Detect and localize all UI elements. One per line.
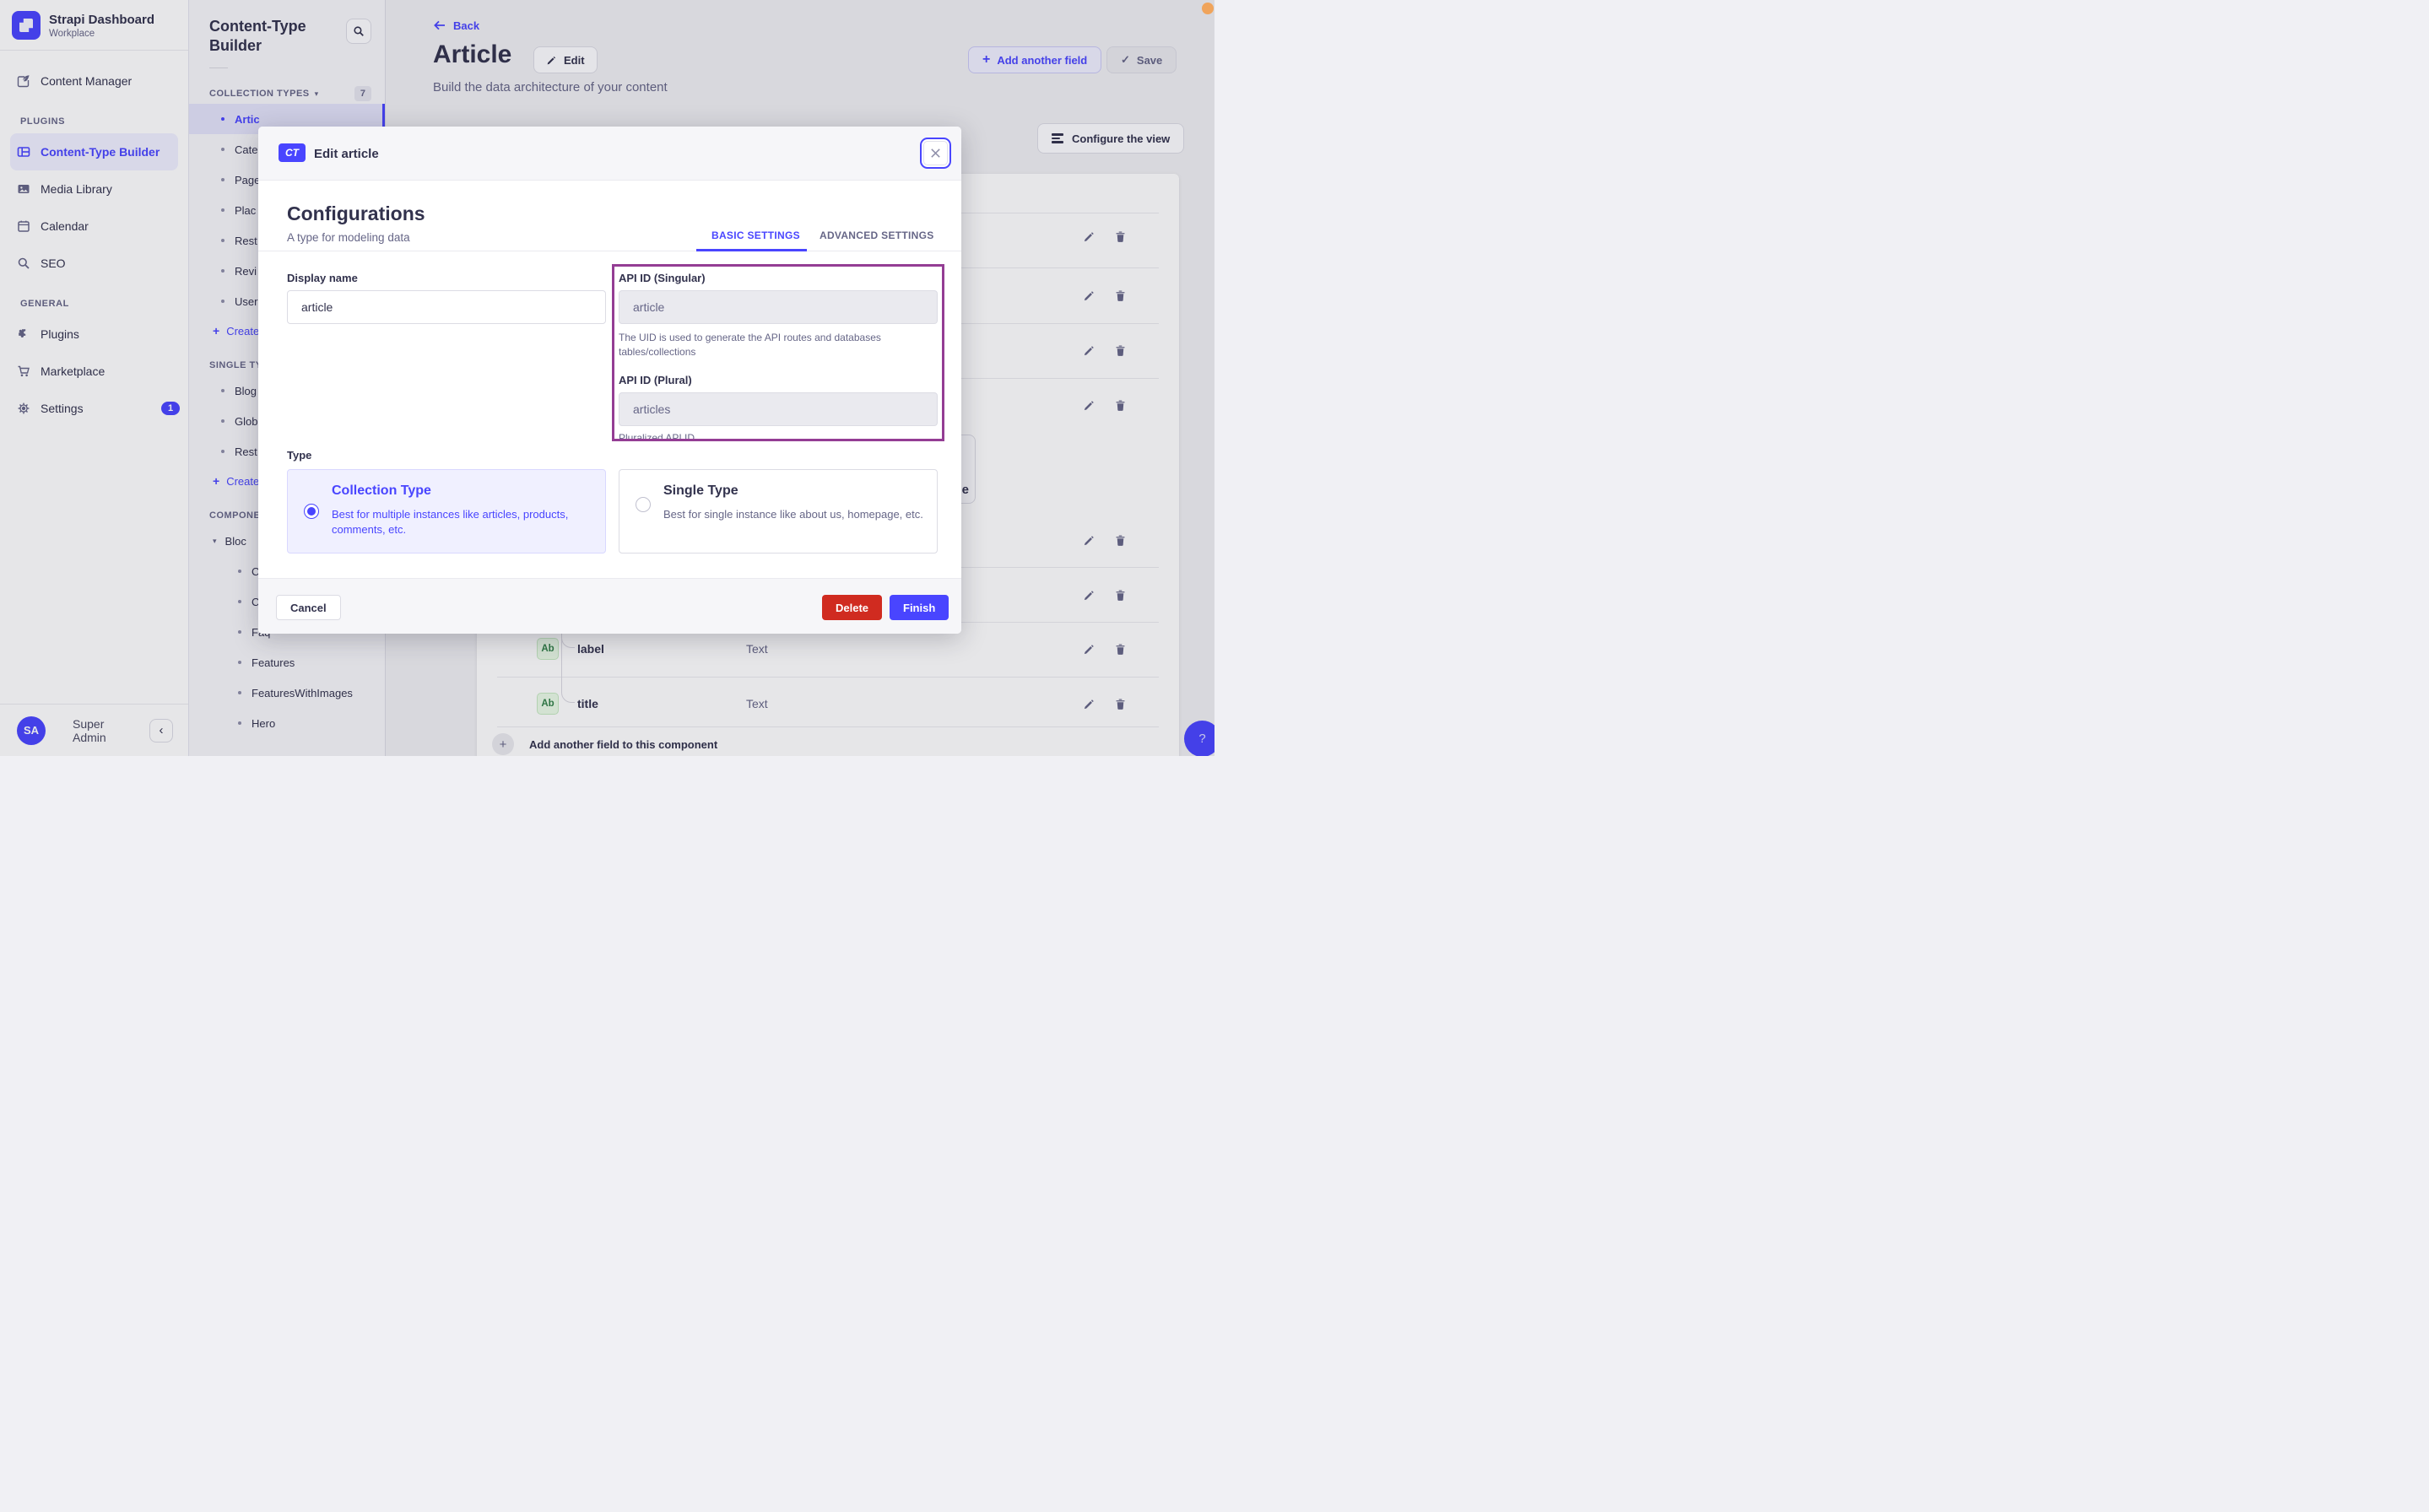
- modal-title: Edit article: [314, 147, 379, 161]
- modal-subheading: A type for modeling data: [287, 231, 410, 244]
- api-id-plural-input[interactable]: [619, 392, 938, 426]
- single-type-option[interactable]: Single Type Best for single instance lik…: [619, 469, 938, 554]
- delete-button[interactable]: Delete: [822, 595, 883, 620]
- api-id-plural-label: API ID (Plural): [619, 374, 692, 386]
- strapi-dashboard-screen: Strapi Dashboard Workplace Content Manag…: [0, 0, 1214, 756]
- option-description: Best for multiple instances like article…: [332, 508, 569, 536]
- display-name-input[interactable]: [287, 290, 606, 324]
- content-type-badge: CT: [279, 143, 306, 162]
- type-label: Type: [287, 449, 312, 462]
- radio-selected-icon[interactable]: [304, 504, 319, 519]
- modal-header: CT Edit article: [258, 127, 961, 181]
- option-description: Best for single instance like about us, …: [663, 508, 923, 521]
- modal-footer: Cancel Delete Finish: [258, 578, 961, 634]
- option-title: Collection Type: [332, 483, 431, 498]
- active-tab-indicator: [696, 249, 807, 251]
- finish-button[interactable]: Finish: [890, 595, 949, 620]
- close-icon: [929, 147, 942, 159]
- edit-article-modal: CT Edit article Configurations A type fo…: [258, 127, 961, 634]
- close-button[interactable]: [920, 138, 951, 169]
- cancel-button[interactable]: Cancel: [276, 595, 341, 620]
- modal-heading: Configurations: [287, 202, 425, 224]
- option-title: Single Type: [663, 483, 738, 498]
- api-id-singular-label: API ID (Singular): [619, 272, 706, 284]
- radio-unselected-icon[interactable]: [636, 497, 651, 512]
- collection-type-option[interactable]: Collection Type Best for multiple instan…: [287, 469, 606, 554]
- api-id-plural-helper: Pluralized API ID: [619, 432, 695, 444]
- recording-indicator-dot: [1202, 3, 1214, 14]
- api-id-singular-input[interactable]: [619, 290, 938, 324]
- api-id-singular-helper: The UID is used to generate the API rout…: [619, 332, 881, 358]
- display-name-label: Display name: [287, 272, 358, 284]
- tab-basic-settings[interactable]: BASIC SETTINGS: [711, 230, 800, 241]
- tab-advanced-settings[interactable]: ADVANCED SETTINGS: [820, 230, 934, 241]
